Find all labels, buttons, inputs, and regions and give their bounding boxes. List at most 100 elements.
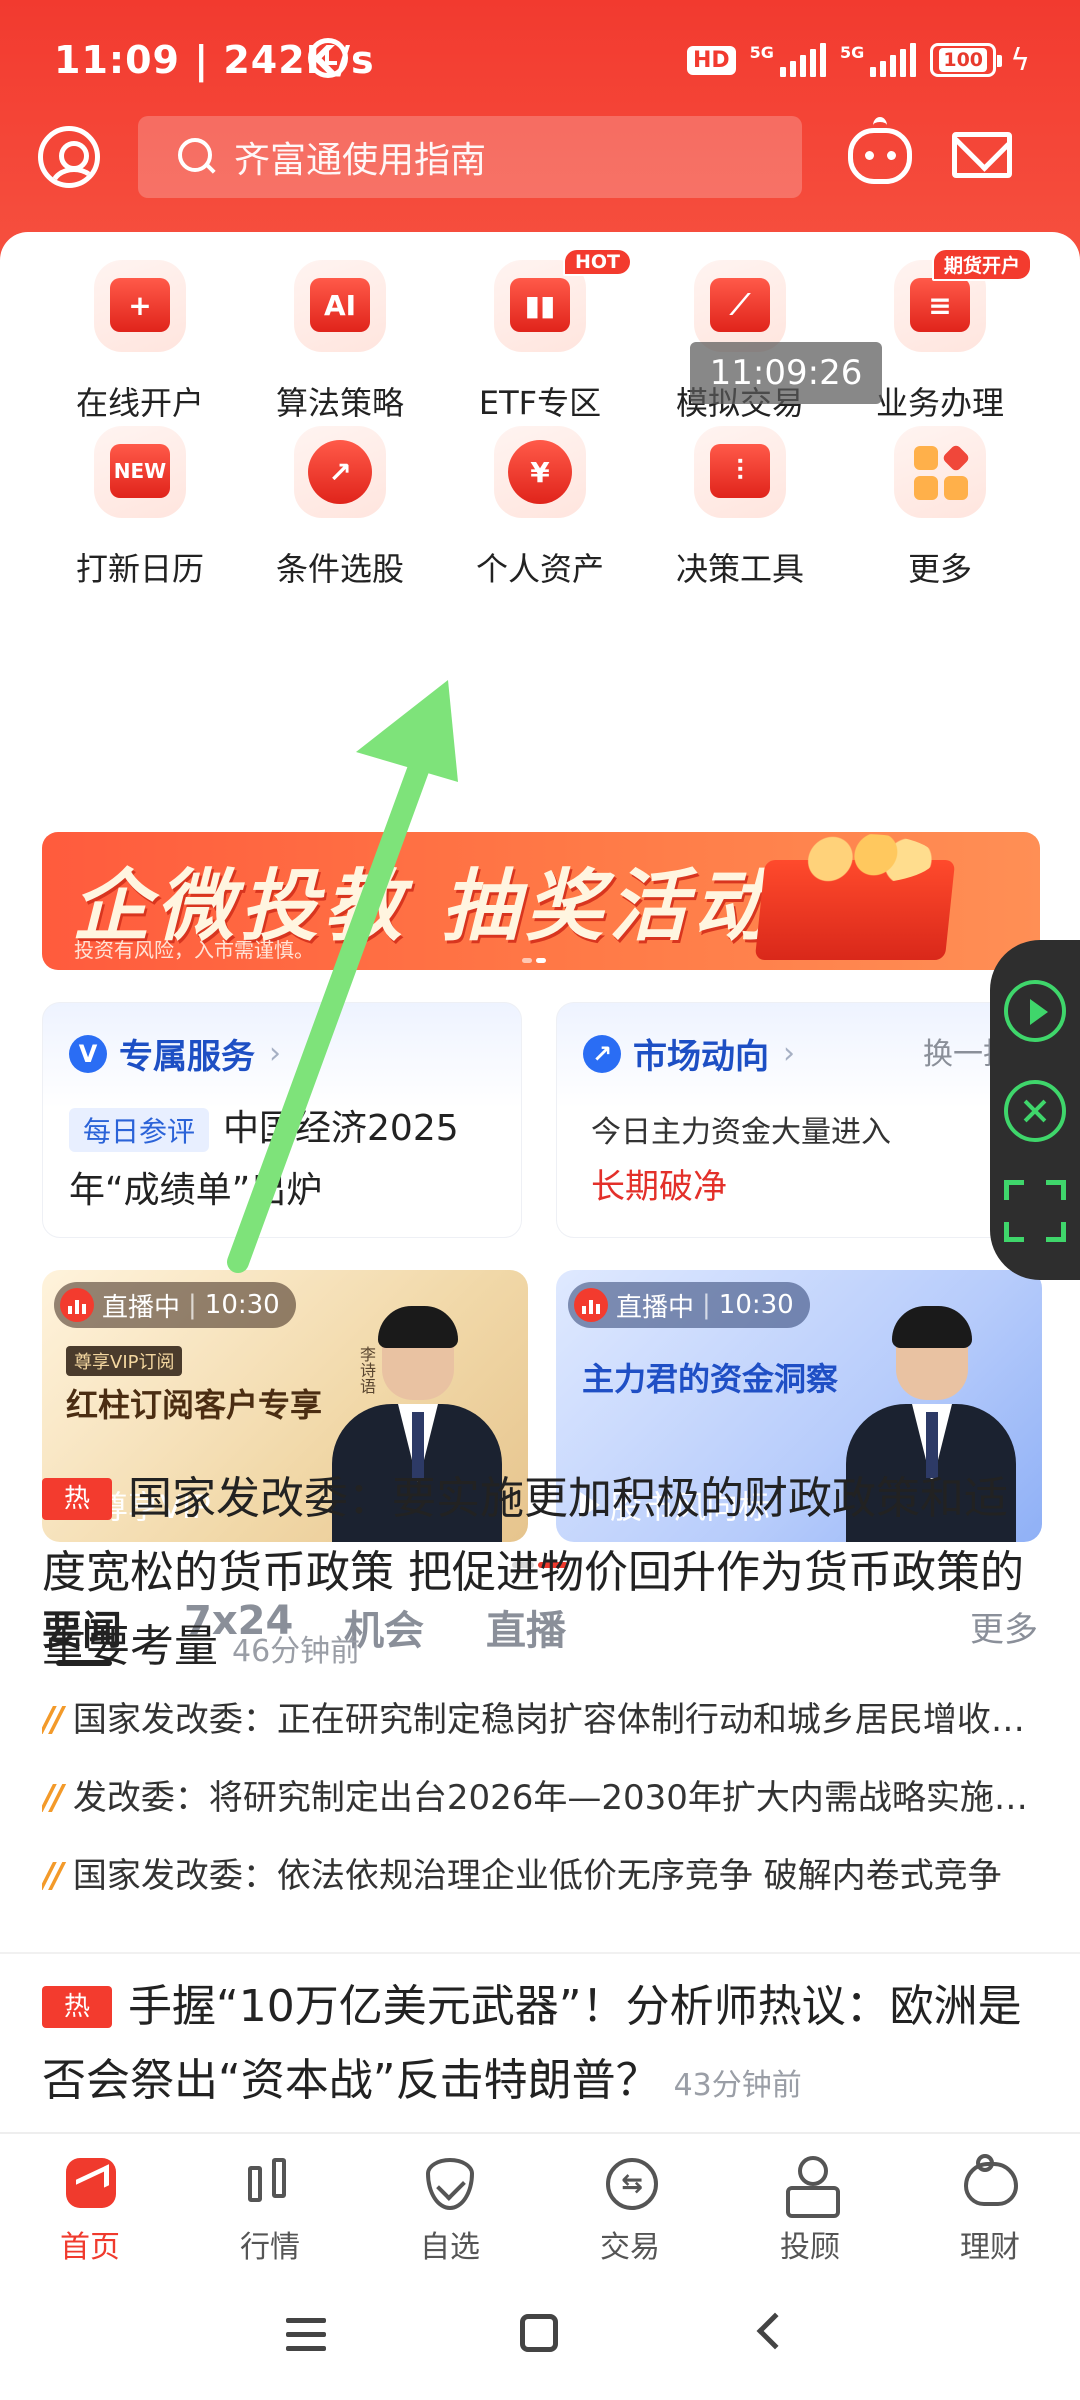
live-bars-icon <box>60 1288 94 1322</box>
status-separator: | <box>194 38 210 82</box>
menu-label: 更多 <box>907 550 972 588</box>
menu-item-algorithm-strategy[interactable]: AI 算法策略 <box>240 256 440 422</box>
nav-advisor[interactable]: 投顾 <box>720 2134 900 2270</box>
nav-wealth[interactable]: 理财 <box>900 2134 1080 2270</box>
hot-badge: HOT <box>562 248 632 276</box>
live-status-pill: 直播中 | 10:30 <box>568 1282 810 1328</box>
candlestick-icon <box>240 2156 300 2212</box>
exchange-icon: ⇆ <box>600 2156 660 2212</box>
charging-icon: ϟ <box>1010 42 1030 78</box>
news-headline-block: 热手握“10万亿美元武器”！分析师热议：欧洲是否会祭出“资本战”反击特朗普？ 43… <box>42 1970 1038 2123</box>
live-status-pill: 直播中 | 10:30 <box>54 1282 296 1328</box>
nav-label: 投顾 <box>780 2230 840 2265</box>
status-indicators: HD 5G 5G 100 ϟ <box>686 38 1030 82</box>
recent-apps-icon[interactable] <box>286 2318 326 2352</box>
menu-item-more[interactable]: 更多 <box>840 422 1040 588</box>
market-text: 今日主力资金大量进入 <box>591 1115 891 1150</box>
banner-disclaimer: 投资有风险，入市需谨慎。 <box>74 938 314 962</box>
menu-item-condition-picker[interactable]: ↗ 条件选股 <box>240 422 440 588</box>
nav-label: 理财 <box>960 2230 1020 2265</box>
related-news-item[interactable]: //国家发改委：正在研究制定稳岗扩容体制行动和城乡居民增收计划 <box>42 1692 1038 1741</box>
promo-banner[interactable]: 企微投教 抽奖活动 投资有风险，入市需谨慎。 <box>42 832 1040 970</box>
screen-recorder-timestamp: 11:09:26 <box>690 342 882 404</box>
message-mail-icon[interactable] <box>952 132 1012 178</box>
menu-label: 打新日历 <box>75 550 204 588</box>
futures-account-badge: 期货开户 <box>931 248 1032 281</box>
expand-icon[interactable] <box>1004 1180 1066 1242</box>
nav-home[interactable]: 首页 <box>0 2134 180 2270</box>
alarm-icon <box>308 38 348 78</box>
menu-item-etf-zone[interactable]: ▮▮ HOT ETF专区 <box>440 248 640 422</box>
screen-recorder-panel <box>990 940 1080 1280</box>
slash-bullet-icon: // <box>42 1856 64 1896</box>
news-time: 46分钟前 <box>232 1634 361 1669</box>
profile-avatar-icon[interactable] <box>38 126 100 188</box>
back-chevron-icon[interactable] <box>756 2312 794 2350</box>
nav-market[interactable]: 行情 <box>180 2134 360 2270</box>
slash-bullet-icon: // <box>42 1778 64 1818</box>
menu-label: ETF专区 <box>478 384 602 422</box>
status-net-speed: 242K/s <box>223 38 375 82</box>
nav-label: 交易 <box>600 2230 660 2265</box>
trend-circle-icon: ↗ <box>294 426 386 518</box>
assistant-robot-icon[interactable] <box>848 117 912 184</box>
status-time: 11:09 <box>54 38 180 82</box>
search-icon <box>178 138 216 176</box>
menu-label: 条件选股 <box>275 550 404 588</box>
live-title: 主力君的资金洞察 <box>582 1360 839 1398</box>
wallet-icon: + <box>94 260 186 352</box>
close-icon[interactable] <box>1004 1080 1066 1142</box>
play-icon[interactable] <box>1004 980 1066 1042</box>
live-title: 红柱订阅客户专享 <box>66 1386 323 1424</box>
money-bag-icon: ¥ <box>494 426 586 518</box>
hd-voice-icon: HD <box>686 45 736 75</box>
service-text-line1: 中国经济2025 <box>223 1108 459 1149</box>
candlestick-icon: ⫶ <box>694 426 786 518</box>
hot-tag: 热 <box>42 1478 112 1520</box>
menu-item-decision-tools[interactable]: ⫶ 决策工具 <box>640 422 840 588</box>
apps-grid-icon <box>894 426 986 518</box>
search-placeholder: 齐富通使用指南 <box>234 140 487 181</box>
piggy-bank-icon <box>960 2154 1020 2212</box>
system-navigation-bar <box>0 2268 1080 2400</box>
search-input[interactable]: 齐富通使用指南 <box>138 116 802 198</box>
exclusive-service-card[interactable]: V 专属服务 › 每日参评 中国经济2025 年“成绩单”出炉 <box>42 1002 522 1238</box>
related-news-item[interactable]: //国家发改委：依法依规治理企业低价无序竞争 破解内卷式竞争 <box>42 1848 1038 1897</box>
status-bar: 11:09 | 242K/s HD 5G 5G 100 ϟ <box>0 0 1080 120</box>
home-square-icon[interactable] <box>520 2314 558 2352</box>
menu-item-online-account[interactable]: + 在线开户 <box>40 256 240 422</box>
news-headline: 国家发改委：要实施更加积极的财政政策和适度宽松的货币政策 把促进物价回升作为货币… <box>42 1473 1024 1672</box>
chevron-right-icon: › <box>269 1036 281 1071</box>
gift-box-icon <box>754 860 956 960</box>
menu-label: 在线开户 <box>75 384 204 422</box>
market-trend-card[interactable]: ↗ 市场动向 › 换一批 今日主力资金大量进入 长期破净 <box>556 1002 1036 1238</box>
news-item[interactable]: 热手握“10万亿美元武器”！分析师热议：欧洲是否会祭出“资本战”反击特朗普？ 43… <box>42 1970 1038 2123</box>
home-trend-icon <box>60 2156 120 2212</box>
news-time: 43分钟前 <box>673 2068 802 2103</box>
news-headline-block: 热国家发改委：要实施更加积极的财政政策和适度宽松的货币政策 把促进物价回升作为货… <box>42 1462 1038 1689</box>
related-news-item[interactable]: //发改委：将研究制定出台2026年—2030年扩大内需战略实施方案 <box>42 1770 1038 1819</box>
market-highlight: 长期破净 <box>591 1167 727 1207</box>
vip-subscription-tag: 尊享VIP订阅 <box>66 1346 183 1376</box>
slash-bullet-icon: // <box>42 1700 64 1740</box>
advisor-person-icon <box>780 2156 840 2218</box>
nav-watchlist[interactable]: 自选 <box>360 2134 540 2270</box>
card-title: 专属服务 <box>119 1037 255 1077</box>
shield-check-icon <box>420 2156 480 2212</box>
menu-label: 决策工具 <box>675 550 804 588</box>
trend-chart-icon: ↗ <box>583 1034 621 1073</box>
nav-trade[interactable]: ⇆ 交易 <box>540 2134 720 2270</box>
menu-label: 个人资产 <box>475 550 604 588</box>
nav-label: 首页 <box>60 2230 120 2265</box>
ai-chip-icon: AI <box>294 260 386 352</box>
hot-tag: 热 <box>42 1986 112 2028</box>
menu-item-ipo-calendar[interactable]: NEW 打新日历 <box>40 422 240 588</box>
news-item[interactable]: 热国家发改委：要实施更加积极的财政政策和适度宽松的货币政策 把促进物价回升作为货… <box>42 1462 1038 1689</box>
live-bars-icon <box>574 1288 608 1322</box>
news-headline: 手握“10万亿美元武器”！分析师热议：欧洲是否会祭出“资本战”反击特朗普？ <box>42 1981 1022 2106</box>
home-content: + 在线开户 AI 算法策略 ▮▮ HOT ETF专区 ⟋ 模拟交易 ≡ 期货开… <box>0 232 1080 2132</box>
banner-indicator <box>522 958 552 964</box>
card-title: 市场动向 <box>633 1037 769 1077</box>
daily-review-tag: 每日参评 <box>69 1108 210 1152</box>
menu-item-personal-assets[interactable]: ¥ 个人资产 <box>440 422 640 588</box>
